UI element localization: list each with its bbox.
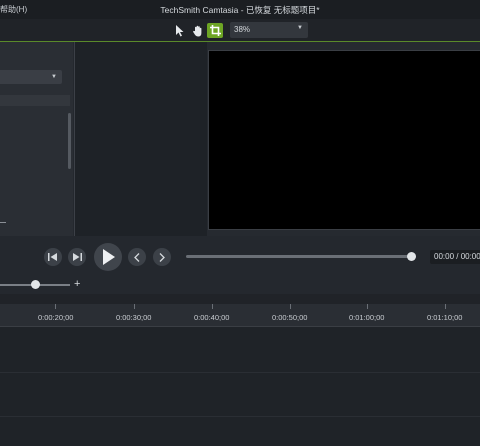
ruler-label: 0:00:30;00 (116, 313, 152, 322)
panel-row[interactable] (0, 95, 70, 106)
next-marker-button[interactable] (153, 248, 171, 266)
ruler-tick (55, 304, 56, 309)
chevron-down-icon: ▼ (297, 25, 303, 31)
crop-tool-button[interactable] (207, 23, 223, 38)
step-forward-button[interactable] (68, 248, 86, 266)
track-divider (0, 372, 480, 373)
zoom-in-icon[interactable]: + (74, 278, 80, 290)
ruler-label: 0:00:50;00 (272, 313, 308, 322)
ruler-label: 0:00:40;00 (194, 313, 230, 322)
chevron-left-icon (134, 252, 140, 262)
zoom-slider-handle[interactable] (31, 280, 40, 289)
pan-tool-button[interactable] (190, 23, 206, 38)
zoom-value: 38% (234, 25, 251, 34)
ruler-tick (290, 304, 291, 309)
panel-scrollbar[interactable] (68, 113, 71, 169)
step-back-icon (48, 253, 57, 261)
step-forward-icon (73, 253, 82, 261)
window-title: TechSmith Camtasia - 已恢复 无标题项目* (160, 5, 320, 15)
timeline-tracks[interactable] (0, 327, 480, 446)
ruler-tick (367, 304, 368, 309)
properties-panel (75, 42, 207, 236)
timeline-header (0, 294, 480, 304)
scrubber-handle[interactable] (407, 252, 416, 261)
timeline-zoom-row (0, 276, 480, 294)
time-display: 00:00 / 00:00 (430, 250, 480, 264)
ruler-label: 0:00:20;00 (38, 313, 74, 322)
pointer-icon (176, 24, 184, 36)
crop-icon (209, 25, 221, 36)
previous-marker-button[interactable] (128, 248, 146, 266)
play-icon (103, 249, 115, 265)
track-divider (0, 416, 480, 417)
chevron-down-icon: ▼ (51, 74, 57, 80)
play-button[interactable] (94, 243, 122, 271)
pointer-tool-button[interactable] (172, 23, 188, 38)
panel-divider (0, 222, 6, 223)
ruler-label: 0:01:10;00 (427, 313, 463, 322)
chevron-right-icon (159, 252, 165, 262)
preview-canvas[interactable] (208, 50, 480, 230)
ruler-tick (445, 304, 446, 309)
ruler-label: 0:01:00;00 (349, 313, 385, 322)
step-back-button[interactable] (44, 248, 62, 266)
playback-scrubber[interactable] (186, 255, 416, 258)
zoom-dropdown[interactable]: 38% ▼ (230, 22, 308, 38)
hand-icon (193, 25, 202, 36)
ruler-tick (212, 304, 213, 309)
ruler-tick (134, 304, 135, 309)
